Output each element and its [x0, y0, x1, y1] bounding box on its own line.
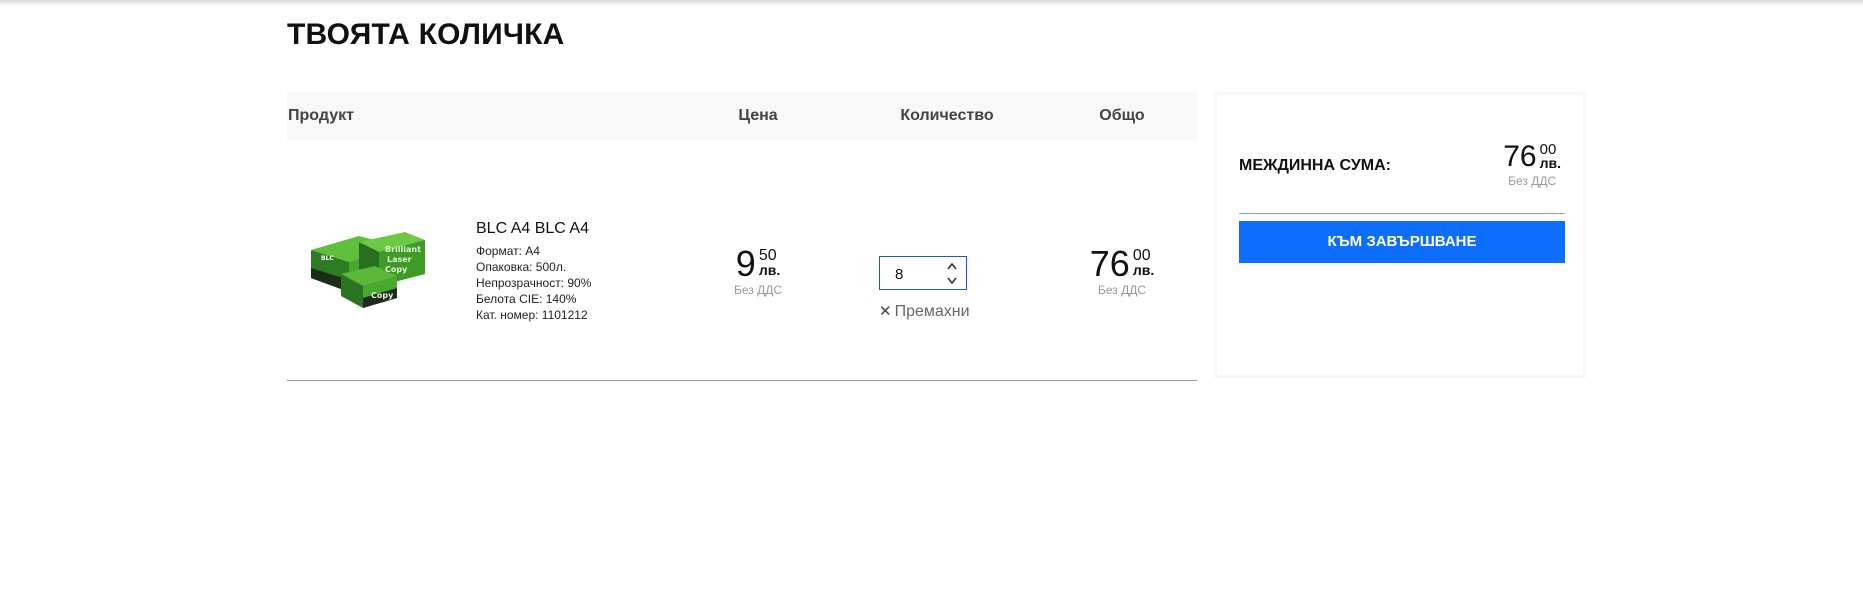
product-spec-catalog-number: Кат. номер: 1101212 — [476, 308, 588, 322]
unit-price-currency: лв. — [758, 262, 781, 278]
paper-box-product-image[interactable]: Brilliant Laser Copy BLC Copy — [301, 228, 433, 312]
table-row: Brilliant Laser Copy BLC Copy BLC A4 BLC… — [287, 140, 1197, 381]
order-summary: МЕЖДИННА СУМА: 76 00 лв. Без ДДС КЪМ ЗАВ… — [1214, 92, 1586, 378]
subtotal-price: 76 00 лв. Без ДДС — [1503, 140, 1561, 189]
svg-text:BLC: BLC — [321, 255, 334, 262]
line-total-decimal: 00 — [1132, 247, 1151, 264]
unit-price-vat-note: Без ДДС — [733, 283, 783, 297]
subtotal-integer: 76 — [1503, 140, 1537, 173]
svg-text:Laser: Laser — [387, 255, 412, 264]
line-total-vat-note: Без ДДС — [1097, 283, 1147, 297]
quantity-input[interactable]: 8 — [895, 266, 903, 283]
column-header-product: Продукт — [288, 107, 354, 124]
top-shadow — [0, 0, 1863, 6]
column-header-quantity: Количество — [900, 107, 994, 124]
summary-divider — [1239, 213, 1565, 214]
product-spec-opacity: Непрозрачност: 90% — [476, 276, 592, 290]
cart-table: Продукт Цена Количество Общо Brilliant L… — [287, 92, 1197, 381]
product-spec-format: Формат: А4 — [476, 244, 540, 258]
subtotal-vat-note: Без ДДС — [1508, 174, 1557, 188]
close-icon: ✕ — [879, 303, 892, 320]
chevron-down-icon[interactable] — [946, 276, 958, 285]
column-header-total: Общо — [1099, 107, 1145, 124]
svg-text:Copy: Copy — [385, 265, 408, 274]
quantity-stepper[interactable]: 8 — [879, 256, 967, 290]
unit-price-integer: 9 — [735, 243, 756, 284]
checkout-button[interactable]: КЪМ ЗАВЪРШВАНЕ — [1239, 221, 1565, 263]
subtotal-currency: лв. — [1539, 155, 1561, 171]
remove-label: Премахни — [894, 303, 970, 320]
column-header-price: Цена — [738, 107, 778, 124]
unit-price: 9 50 лв. Без ДДС — [693, 243, 823, 298]
product-spec-whiteness: Белота CIE: 140% — [476, 292, 577, 306]
product-spec-packaging: Опаковка: 500л. — [476, 260, 567, 274]
line-total-integer: 76 — [1089, 243, 1130, 284]
chevron-up-icon[interactable] — [946, 262, 958, 271]
product-info: BLC A4 BLC A4 Формат: А4 Опаковка: 500л.… — [476, 220, 591, 323]
svg-text:Brilliant: Brilliant — [385, 245, 421, 254]
remove-button[interactable]: ✕ Премахни — [879, 302, 970, 321]
subtotal-label: МЕЖДИННА СУМА: — [1239, 157, 1391, 174]
unit-price-decimal: 50 — [758, 247, 777, 264]
line-total: 76 00 лв. Без ДДС — [1057, 243, 1187, 298]
product-name[interactable]: BLC A4 BLC A4 — [476, 220, 591, 238]
table-header: Продукт Цена Количество Общо — [287, 92, 1197, 140]
line-total-currency: лв. — [1132, 262, 1155, 278]
page-title: ТВОЯТА КОЛИЧКА — [287, 18, 565, 51]
svg-text:Copy: Copy — [371, 291, 394, 300]
